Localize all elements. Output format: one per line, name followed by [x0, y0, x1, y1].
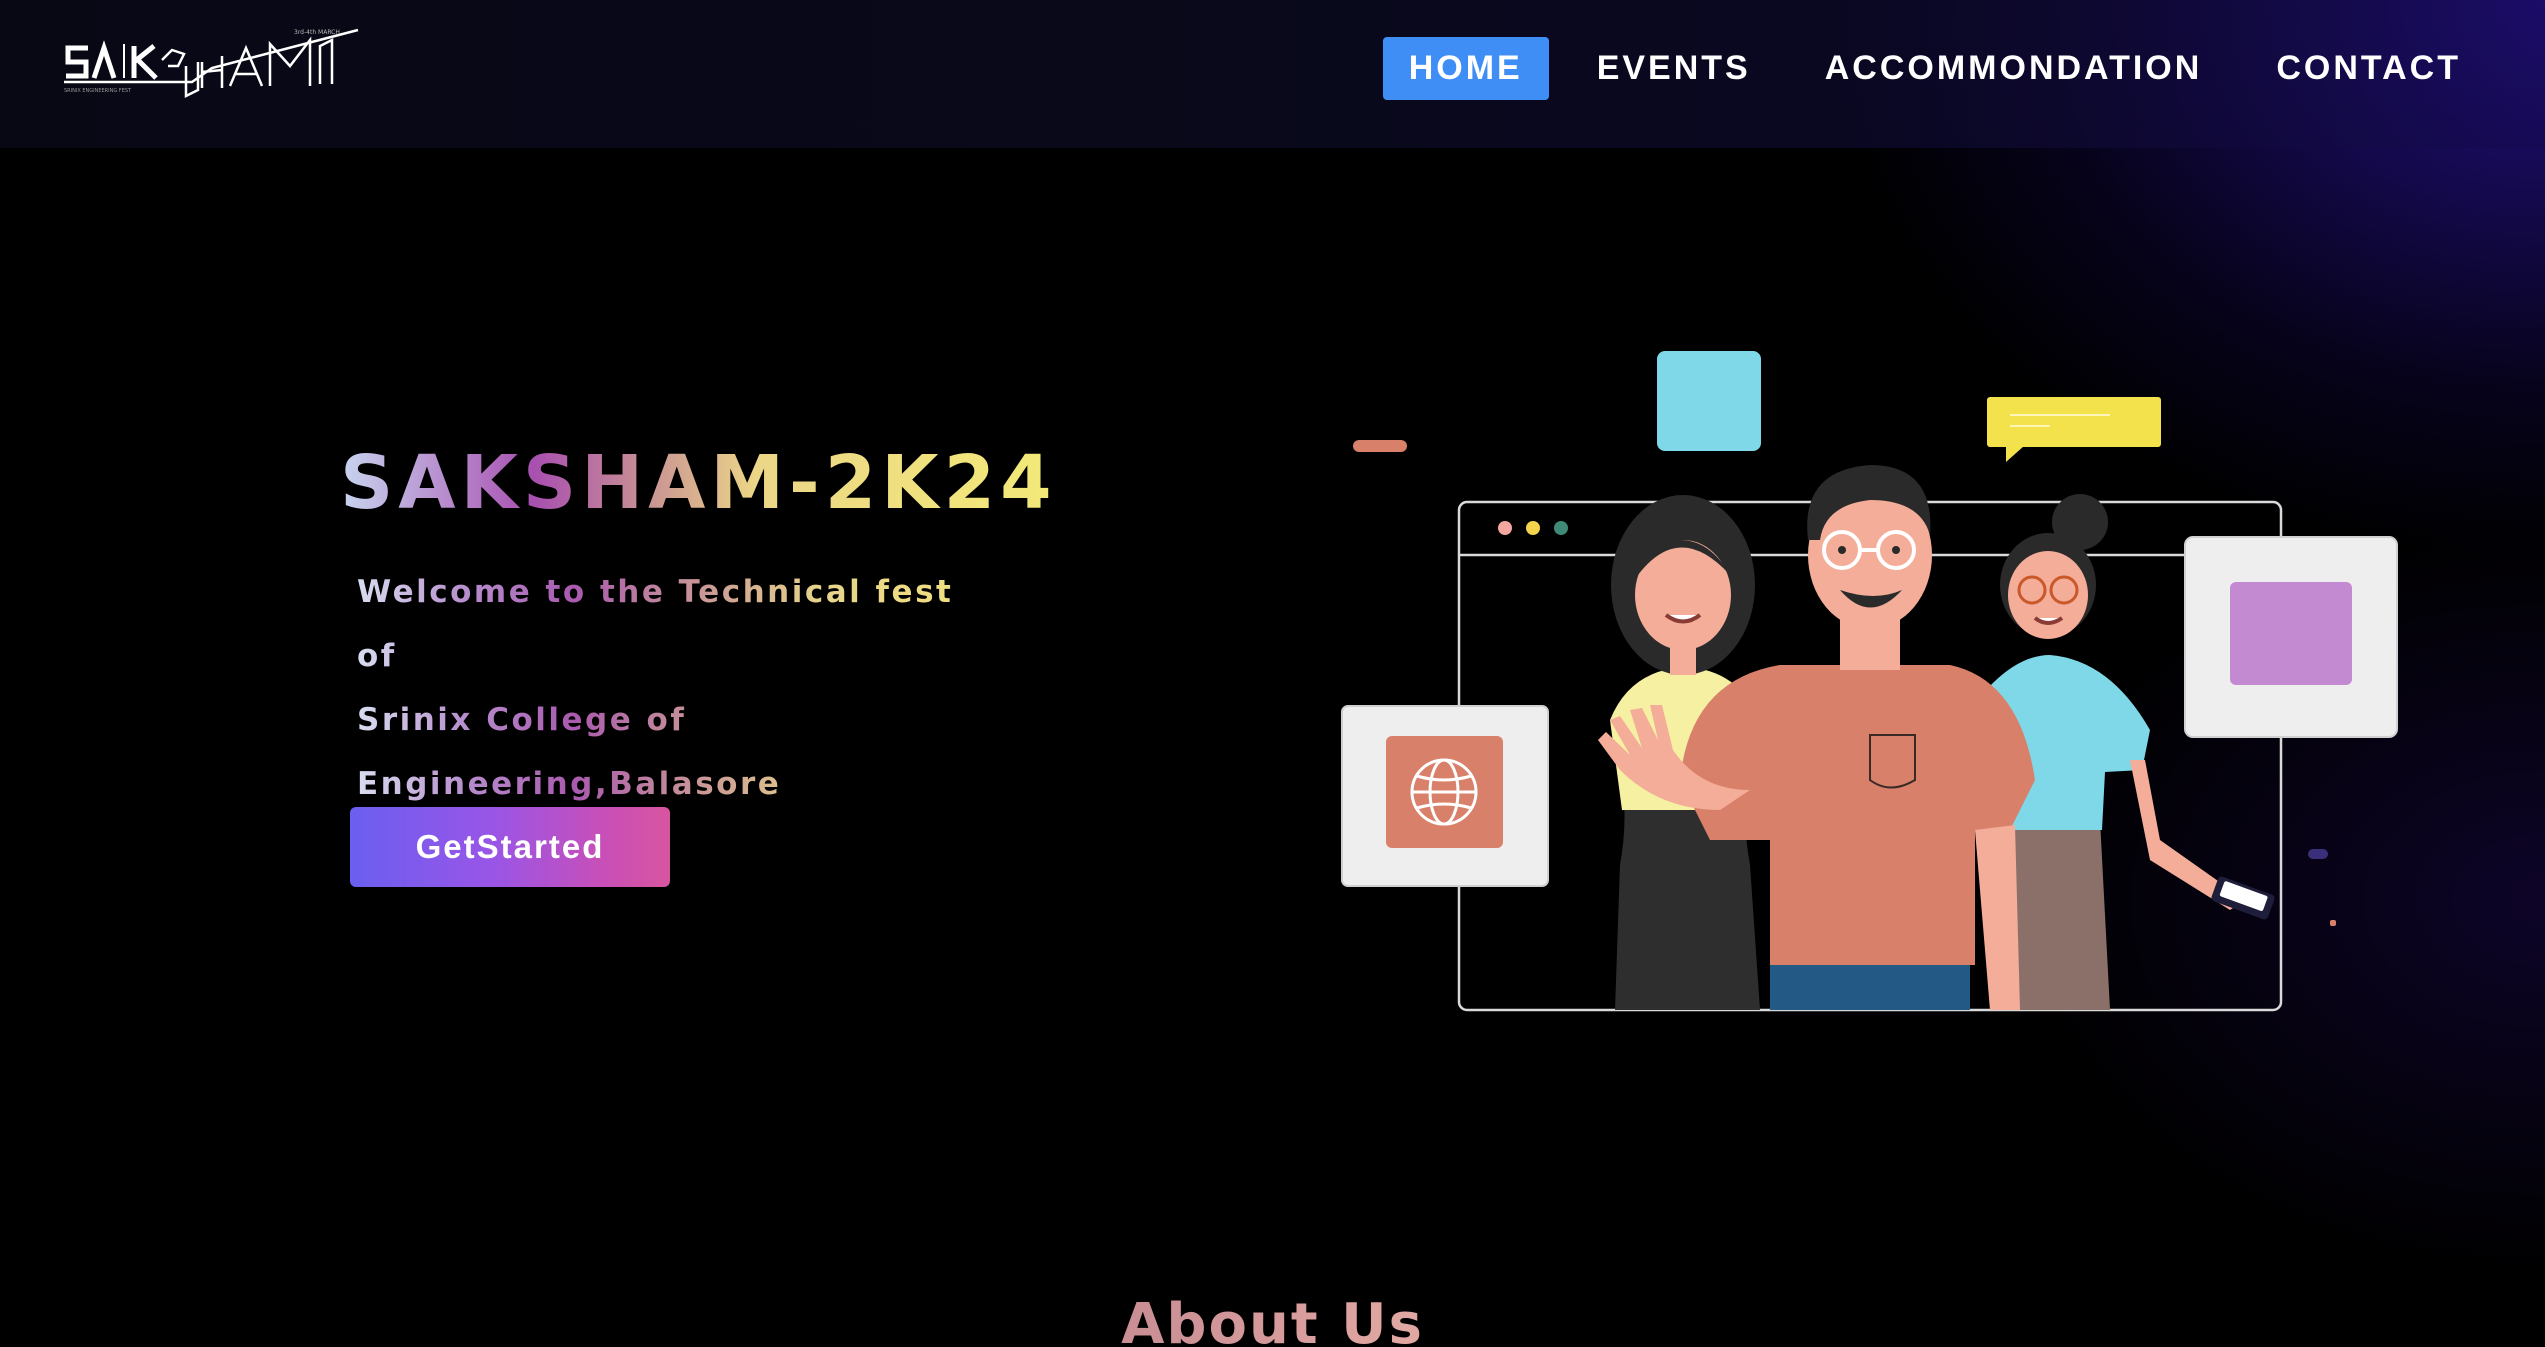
chat-bubble-icon	[1987, 397, 2161, 462]
nav-home[interactable]: HOME	[1382, 37, 1549, 100]
decor-dash	[1353, 440, 1407, 452]
logo-tagline: SRINIX ENGINEERING FEST	[64, 88, 132, 94]
hero-subtitle-line: Welcome to the Technical fest of	[357, 574, 954, 674]
hero-title: SAKSHAM-2K24	[340, 440, 1057, 526]
main-nav: HOME EVENTS ACCOMMONDATION CONTACT	[1361, 37, 2487, 100]
saksham-logo[interactable]: 3rd-4th MARCH SRINIX ENGINEERING FEST	[62, 26, 362, 108]
hero-subtitle-line: Srinix College of	[357, 702, 687, 738]
nav-contact[interactable]: CONTACT	[2250, 37, 2487, 100]
get-started-button[interactable]: GetStarted	[350, 807, 670, 887]
decor-cyan-square	[1657, 351, 1761, 451]
decor-dot	[2308, 849, 2328, 859]
decor-dot	[2330, 920, 2336, 926]
phone-icon	[2211, 876, 2275, 920]
about-section-title: About Us	[0, 1292, 2545, 1347]
nav-accommondation[interactable]: ACCOMMONDATION	[1799, 37, 2229, 100]
globe-card	[1341, 705, 1549, 887]
logo-date: 3rd-4th MARCH	[294, 29, 340, 36]
hero-illustration	[1341, 351, 2398, 1012]
nav-events[interactable]: EVENTS	[1571, 37, 1777, 100]
image-card	[2184, 536, 2398, 738]
hero-subtitle: Welcome to the Technical fest of Srinix …	[357, 560, 977, 816]
page: 3rd-4th MARCH SRINIX ENGINEERING FEST HO…	[0, 0, 2545, 1347]
site-header: 3rd-4th MARCH SRINIX ENGINEERING FEST HO…	[0, 0, 2545, 148]
